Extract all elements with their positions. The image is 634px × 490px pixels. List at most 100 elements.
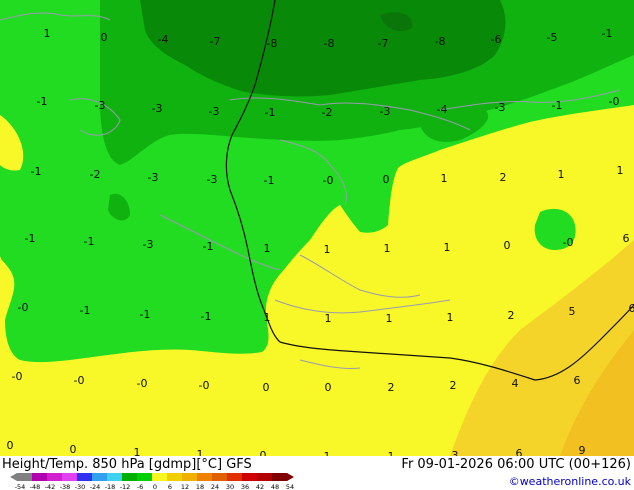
contour-value-label: -1 [265,106,276,119]
color-scale-tick: -54 [15,483,26,490]
color-scale-swatch [17,473,33,481]
contour-value-label: 6 [623,232,630,245]
contour-value-label: -1 [31,165,42,178]
color-scale-swatch [242,473,258,481]
contour-value-label: 1 [197,448,204,456]
contour-value-label: -8 [435,35,446,48]
color-scale-tick: 54 [286,483,294,490]
contour-value-label: 6 [516,447,523,456]
map-footer: Height/Temp. 850 hPa [gdmp][°C] GFS Fr 0… [0,456,634,490]
contour-value-label: 1 [324,243,331,256]
contour-value-label: -7 [378,37,389,50]
contour-value-label: -0 [12,370,23,383]
color-scale-swatch [137,473,153,481]
contour-value-label: 0 [325,381,332,394]
contour-value-label: -1 [84,235,95,248]
contour-value-label: -0 [137,377,148,390]
contour-value-label: 0 [260,449,267,456]
contour-value-label: -1 [264,174,275,187]
contour-value-label: 2 [500,171,507,184]
contour-value-label: -3 [143,238,154,251]
contour-value-label: 1 [617,164,624,177]
color-scale-swatch [32,473,48,481]
color-scale-tick: -30 [75,483,86,490]
color-scale-tick: -6 [137,483,143,490]
contour-value-label: 0 [101,31,108,44]
color-scale-swatch [182,473,198,481]
map-canvas: 1 0 -4 -7 -8 -8 -7 -8 -6 -5 -1 -1 -3 -3 -3 -1 -2 -3 -4 -3 -1… [0,0,634,456]
color-scale-tick: 48 [271,483,279,490]
color-scale-swatch [107,473,123,481]
contour-value-label: -3 [148,171,159,184]
contour-value-label: 1 [447,311,454,324]
contour-value-label: 6 [574,374,581,387]
color-scale-swatch [227,473,243,481]
contour-value-label: -6 [491,33,502,46]
contour-value-label: -0 [323,174,334,187]
contour-value-label: -3 [380,105,391,118]
contour-value-label: -1 [201,310,212,323]
contour-value-label: 1 [386,312,393,325]
color-scale-tick: 6 [168,483,172,490]
contour-value-label: 1 [558,168,565,181]
contour-value-label: 2 [508,309,515,322]
color-scale-swatch [167,473,183,481]
contour-value-label: -1 [25,232,36,245]
contour-value-label: -5 [547,31,558,44]
color-scale-tick: 36 [241,483,249,490]
contour-value-label: -8 [324,37,335,50]
color-scale-swatch [122,473,138,481]
contour-value-label: 3 [452,449,459,456]
color-scale-tick: 30 [226,483,234,490]
contour-value-label: -2 [322,106,333,119]
contour-value-label: -3 [209,105,220,118]
color-scale-tick: 12 [181,483,189,490]
contour-value-label: 1 [44,27,51,40]
color-scale-tick: -24 [90,483,101,490]
color-scale-tick: -12 [120,483,131,490]
color-scale-swatch [257,473,273,481]
contour-value-label: -0 [74,374,85,387]
color-scale-tick: 42 [256,483,264,490]
contour-value-label: 0 [7,439,14,452]
contour-value-label: -1 [203,240,214,253]
forecast-time: Fr 09-01-2026 06:00 UTC (00+126) [401,457,631,472]
color-scale-swatch [77,473,93,481]
contour-value-label: -0 [609,95,620,108]
contour-value-label: 2 [450,379,457,392]
contour-value-label: -1 [602,27,613,40]
contour-value-label: -3 [495,101,506,114]
color-scale-swatch [212,473,228,481]
contour-value-label: 9 [579,444,586,456]
contour-value-label: 1 [264,311,271,324]
contour-value-label: -0 [18,301,29,314]
contour-value-label: 1 [264,242,271,255]
contour-value-label: -1 [552,99,563,112]
color-scale-tick: -48 [30,483,41,490]
contour-value-label: -7 [210,35,221,48]
contour-value-label: -3 [152,102,163,115]
color-scale-swatch [92,473,108,481]
contour-value-label: -3 [95,99,106,112]
contour-value-label: 2 [388,381,395,394]
color-scale-tick: 0 [153,483,157,490]
color-scale-min-arrow [10,473,17,481]
contour-value-label: -4 [437,103,448,116]
contour-value-label: -8 [267,37,278,50]
contour-value-label: 5 [569,305,576,318]
contour-value-label: -1 [140,308,151,321]
color-scale-swatch [272,473,288,481]
contour-value-label: -3 [207,173,218,186]
contour-value-label: 1 [441,172,448,185]
contour-value-label: 1 [384,242,391,255]
map-title: Height/Temp. 850 hPa [gdmp][°C] GFS [2,457,252,472]
contour-value-label: -1 [80,304,91,317]
contour-value-label: -2 [90,168,101,181]
contour-value-label: 1 [134,446,141,456]
color-scale-swatch [152,473,168,481]
color-scale-swatch [197,473,213,481]
contour-value-label: 0 [504,239,511,252]
color-scale-max-arrow [287,473,294,481]
credit-link[interactable]: ©weatheronline.co.uk [509,475,631,488]
contour-value-label: 4 [512,377,519,390]
